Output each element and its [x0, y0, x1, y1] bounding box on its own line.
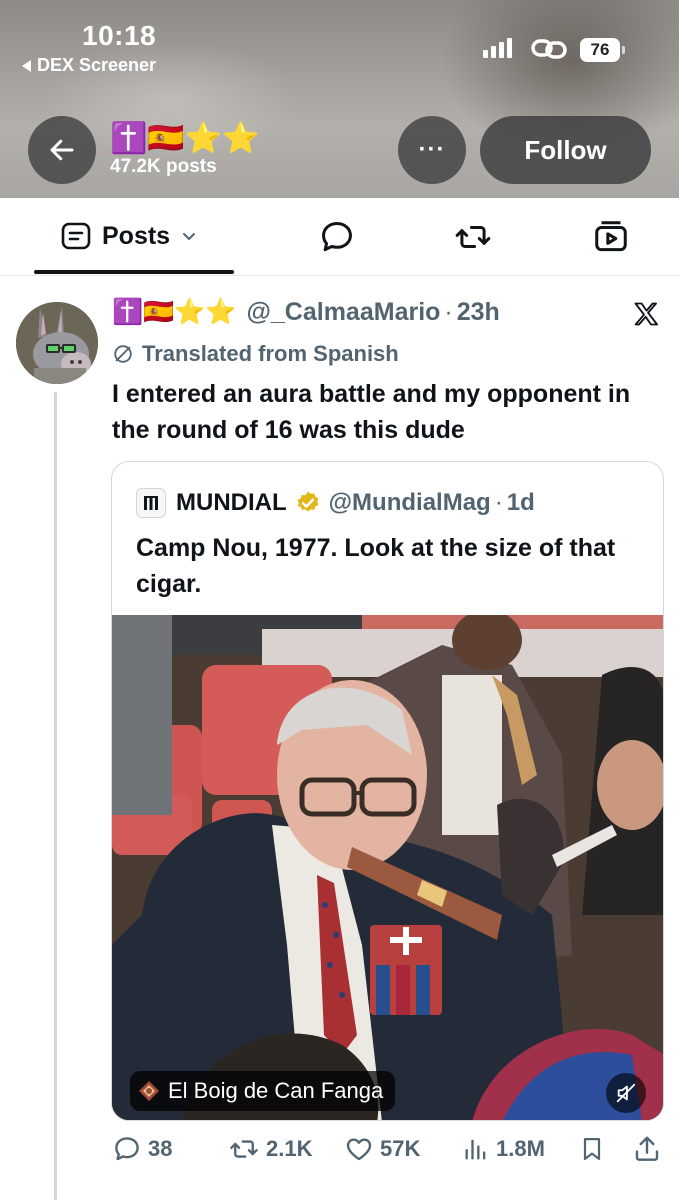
posts-tab-icon — [61, 222, 91, 250]
profile-tabs: Posts — [0, 198, 679, 276]
stadium-photo — [112, 615, 663, 1120]
mute-button[interactable] — [606, 1073, 646, 1113]
profile-posts-count: 47.2K posts — [110, 156, 217, 177]
quote-author-row[interactable]: MUNDIAL @MundialMag · 1d — [136, 488, 535, 518]
reply-icon — [115, 1137, 139, 1161]
signal-icon — [483, 38, 512, 58]
quoted-post-card[interactable]: MUNDIAL @MundialMag · 1d Camp Nou, 1977.… — [111, 461, 664, 1121]
translate-globe-icon — [114, 345, 132, 363]
post-author-name[interactable]: ✝️🇪🇸⭐⭐ — [112, 298, 237, 327]
heart-icon — [346, 1138, 372, 1161]
views-button[interactable]: 1.8M — [462, 1134, 545, 1164]
quote-separator: · — [494, 489, 503, 516]
bookmark-icon — [583, 1137, 601, 1161]
thread-connector-line — [54, 392, 57, 1200]
battery-indicator: 76 — [580, 38, 625, 62]
repost-icon — [455, 225, 491, 249]
post-timestamp[interactable]: 23h — [457, 298, 500, 327]
post-author-handle[interactable]: @_CalmaaMario — [247, 298, 441, 327]
translated-notice[interactable]: Translated from Spanish — [112, 341, 399, 367]
media-video-icon — [595, 221, 627, 252]
post-text: I entered an aura battle and my opponent… — [112, 380, 631, 444]
arrow-left-icon — [50, 139, 74, 161]
bookmark-button[interactable] — [578, 1134, 606, 1164]
profile-name: ✝️🇪🇸⭐⭐ — [110, 122, 260, 155]
active-tab-indicator — [34, 270, 234, 274]
repost-icon — [230, 1140, 258, 1158]
back-button[interactable] — [28, 116, 96, 184]
quote-author-name[interactable]: MUNDIAL — [176, 489, 287, 517]
speaker-muted-icon — [616, 1083, 636, 1103]
post-action-bar: 38 2.1K 57K 1.8M — [112, 1134, 667, 1172]
tab-media[interactable] — [592, 218, 630, 261]
post-author-row[interactable]: ✝️🇪🇸⭐⭐ @_CalmaaMario · 23h — [112, 298, 500, 327]
reply-bubble-icon — [322, 222, 352, 252]
verified-badge-icon — [297, 491, 319, 512]
more-options-button[interactable]: ··· — [398, 116, 466, 184]
post-separator: · — [444, 298, 453, 326]
donkey-avatar-icon — [16, 302, 98, 384]
reply-count: 38 — [148, 1136, 173, 1161]
mundial-logo-icon — [136, 488, 166, 518]
back-app-label: DEX Screener — [37, 55, 157, 75]
views-chart-icon — [465, 1139, 486, 1160]
tab-reposts[interactable] — [454, 218, 492, 261]
back-to-app-link[interactable]: DEX Screener — [22, 55, 156, 76]
like-count: 57K — [380, 1136, 421, 1161]
quote-author-handle[interactable]: @MundialMag — [329, 489, 491, 517]
more-dots-icon: ··· — [418, 136, 446, 163]
repost-count: 2.1K — [266, 1136, 313, 1161]
back-triangle-icon — [22, 59, 31, 72]
tab-posts-label: Posts — [102, 221, 171, 250]
avatar[interactable] — [16, 302, 98, 384]
channel-crest-icon — [139, 1081, 159, 1101]
chevron-down-icon — [183, 233, 196, 240]
repost-button[interactable]: 2.1K — [228, 1134, 312, 1164]
hotspot-link-icon — [530, 36, 568, 67]
quoted-video[interactable]: El Boig de Can Fanga — [112, 615, 663, 1120]
share-icon — [635, 1136, 659, 1161]
views-count: 1.8M — [496, 1136, 545, 1161]
video-caption-chip[interactable]: El Boig de Can Fanga — [130, 1071, 396, 1111]
tab-replies[interactable] — [318, 218, 356, 261]
tab-posts[interactable]: Posts — [60, 220, 198, 252]
like-button[interactable]: 57K — [344, 1134, 420, 1164]
translated-label: Translated from Spanish — [142, 341, 399, 366]
reply-button[interactable]: 38 — [112, 1134, 172, 1164]
follow-button[interactable]: Follow — [480, 116, 651, 184]
status-time: 10:18 — [82, 20, 157, 51]
x-logo-icon — [632, 300, 660, 333]
profile-header-banner: 10:18 DEX Screener 76 ✝️🇪🇸⭐⭐ 47.2K posts… — [0, 0, 679, 198]
quote-text: Camp Nou, 1977. Look at the size of that… — [136, 534, 616, 598]
share-button[interactable] — [632, 1134, 662, 1164]
video-caption-text: El Boig de Can Fanga — [168, 1078, 384, 1103]
quote-timestamp[interactable]: 1d — [507, 489, 535, 517]
